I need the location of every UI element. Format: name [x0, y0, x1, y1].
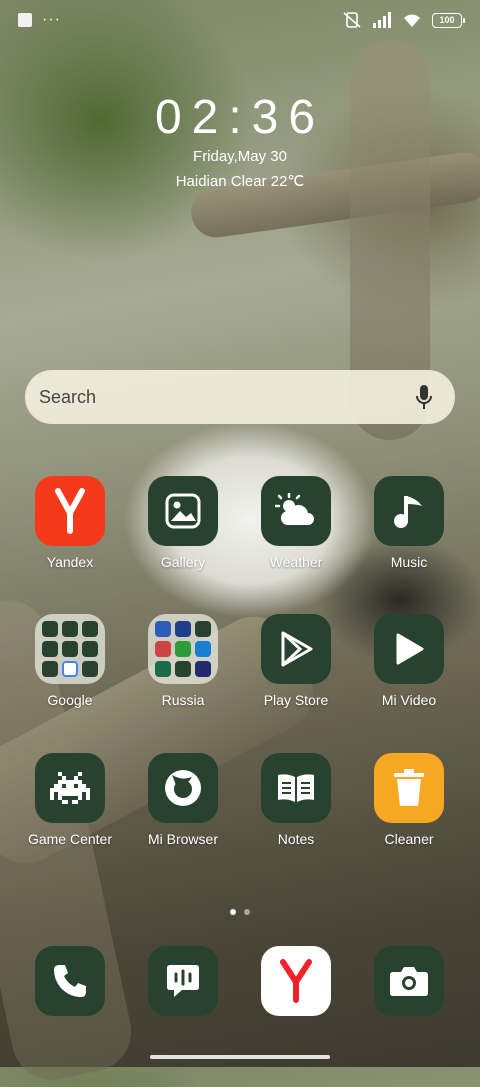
search-placeholder: Search — [39, 386, 97, 407]
folder-icon — [35, 614, 105, 684]
clock-weather[interactable]: Haidian Clear 22℃ — [0, 172, 480, 190]
dock-camera[interactable] — [354, 946, 464, 1016]
page-dot-active[interactable] — [230, 909, 236, 915]
app-cleaner[interactable]: Cleaner — [354, 753, 464, 847]
app-label: Game Center — [27, 831, 113, 847]
notes-icon — [261, 753, 331, 823]
app-label: Notes — [277, 831, 315, 847]
dock-messages[interactable] — [128, 946, 238, 1016]
app-mi-browser[interactable]: Mi Browser — [128, 753, 238, 847]
home-indicator[interactable] — [150, 1055, 330, 1059]
page-dot[interactable] — [244, 909, 250, 915]
status-bar: ··· 100 — [18, 8, 465, 32]
app-label: Mi Browser — [147, 831, 218, 847]
dock-phone[interactable] — [15, 946, 125, 1016]
wifi-icon — [404, 14, 420, 27]
app-game-center[interactable]: Game Center — [15, 753, 125, 847]
weather-icon — [261, 476, 331, 546]
folder-russia[interactable]: Russia — [128, 614, 238, 708]
camera-icon — [374, 946, 444, 1016]
cleaner-icon — [374, 753, 444, 823]
folder-google[interactable]: Google — [15, 614, 125, 708]
clock-date: Friday,May 30 — [193, 148, 287, 165]
app-play-store[interactable]: Play Store — [241, 614, 351, 708]
app-label: Cleaner — [384, 831, 434, 847]
clock-time[interactable]: 02:36 — [0, 90, 480, 145]
app-music[interactable]: Music — [354, 476, 464, 570]
app-label: Music — [390, 554, 428, 570]
app-notes[interactable]: Notes — [241, 753, 351, 847]
more-notifications-icon: ··· — [42, 11, 61, 28]
app-label: Russia — [161, 692, 205, 708]
microphone-icon[interactable] — [415, 384, 433, 410]
dock-yandex-browser[interactable] — [241, 946, 351, 1016]
folder-icon — [148, 614, 218, 684]
app-label: Play Store — [263, 692, 329, 708]
browser-icon — [148, 753, 218, 823]
app-label: Mi Video — [381, 692, 437, 708]
search-bar[interactable]: Search — [25, 370, 455, 424]
play-store-icon — [261, 614, 331, 684]
app-yandex[interactable]: Yandex — [15, 476, 125, 570]
gallery-icon — [148, 476, 218, 546]
app-label: Yandex — [46, 554, 94, 570]
page-indicator — [0, 909, 480, 915]
app-label: Gallery — [160, 554, 206, 570]
battery-icon: 100 — [432, 12, 465, 28]
messages-icon — [148, 946, 218, 1016]
music-icon — [374, 476, 444, 546]
game-center-icon — [35, 753, 105, 823]
app-weather[interactable]: Weather — [241, 476, 351, 570]
app-mi-video[interactable]: Mi Video — [354, 614, 464, 708]
signal-icon — [373, 12, 391, 28]
phone-icon — [35, 946, 105, 1016]
app-label: Google — [47, 692, 93, 708]
app-label: Weather — [269, 554, 323, 570]
notification-icon — [18, 13, 32, 27]
app-gallery[interactable]: Gallery — [128, 476, 238, 570]
yandex-browser-icon — [261, 946, 331, 1016]
vibrate-off-icon — [343, 12, 361, 28]
mi-video-icon — [374, 614, 444, 684]
yandex-icon — [35, 476, 105, 546]
